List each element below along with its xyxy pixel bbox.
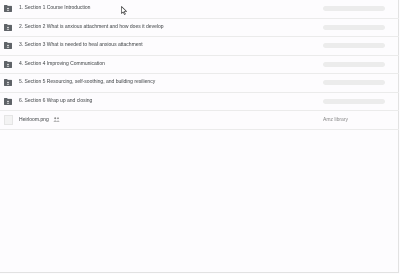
folder-row[interactable]: 3. Section 3 What is needed to heal anxi… — [0, 37, 399, 56]
loading-placeholder — [323, 80, 385, 85]
file-name: Heirloom.png — [19, 117, 49, 123]
shared-folder-icon — [4, 60, 12, 68]
folder-name: 5. Section 5 Resourcing, self-soothing, … — [19, 79, 156, 85]
loading-placeholder — [323, 61, 385, 67]
file-list: 1. Section 1 Course Introduction 2. Sect… — [0, 0, 399, 130]
folder-row[interactable]: 2. Section 2 What is anxious attachment … — [0, 19, 399, 37]
loading-placeholder — [323, 6, 385, 11]
folder-name: 3. Section 3 What is needed to heal anxi… — [19, 42, 143, 48]
people-icon — [53, 117, 60, 122]
folder-name: 2. Section 2 What is anxious attachment … — [19, 23, 164, 30]
shared-folder-icon — [4, 5, 12, 12]
folder-row[interactable]: 5. Section 5 Resourcing, self-soothing, … — [0, 74, 399, 93]
loading-placeholder — [323, 24, 385, 30]
loading-placeholder — [323, 98, 385, 104]
shared-folder-icon — [4, 97, 12, 105]
file-row[interactable]: Heirloom.png Amz library — [0, 111, 399, 130]
image-thumbnail — [4, 115, 13, 125]
folder-name: 4. Section 4 Improving Communication — [19, 60, 105, 67]
shared-folder-icon — [4, 23, 12, 31]
folder-row[interactable]: 6. Section 6 Wrap up and closing — [0, 93, 399, 111]
folder-row[interactable]: 4. Section 4 Improving Communication — [0, 56, 399, 74]
owner-name: Amz library — [323, 117, 349, 123]
shared-folder-icon — [4, 42, 12, 49]
folder-name: 1. Section 1 Course Introduction — [19, 5, 91, 11]
shared-folder-icon — [4, 79, 12, 86]
mouse-cursor-icon — [121, 6, 127, 15]
loading-placeholder — [323, 43, 385, 48]
folder-row[interactable]: 1. Section 1 Course Introduction — [0, 0, 399, 19]
folder-name: 6. Section 6 Wrap up and closing — [19, 97, 93, 104]
